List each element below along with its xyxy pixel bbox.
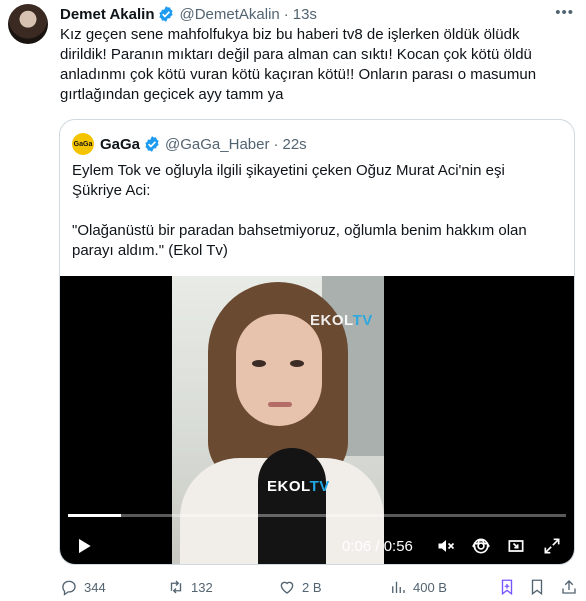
tweet-header: Demet Akalin @DemetAkalin · 13s: [60, 4, 317, 24]
verified-badge-icon: [143, 135, 161, 153]
video-frame: EKOLTV EKOLTV: [172, 276, 384, 564]
bookmark-outline-icon: [531, 579, 543, 596]
quote-text: Eylem Tok ve oğluyla ilgili şikayetini ç…: [72, 162, 527, 259]
reply-icon: [62, 580, 76, 596]
ekol-tv-watermark: EKOLTV: [310, 312, 373, 329]
person-eye: [252, 360, 266, 367]
person-mouth: [268, 402, 292, 407]
fullscreen-icon[interactable]: [542, 536, 562, 556]
bookmark-button[interactable]: [498, 578, 516, 596]
quote-time[interactable]: 22s: [282, 136, 306, 153]
quote-header: GaGa GaGa @GaGa_Haber · 22s: [72, 133, 307, 155]
video-progress-bar[interactable]: [68, 514, 566, 517]
tweet[interactable]: Demet Akalin @DemetAkalin · 13s ••• Kız …: [0, 0, 586, 601]
quote-avatar[interactable]: GaGa: [72, 133, 94, 155]
share-button[interactable]: [560, 578, 578, 596]
retweet-button[interactable]: 132: [167, 578, 213, 596]
video-controls: 0:06 / 0:56: [60, 526, 574, 564]
bookmark-alt-button[interactable]: [528, 578, 546, 596]
like-icon: [280, 581, 294, 594]
video-timecode: 0:06 / 0:56: [342, 538, 413, 555]
tweet-actions: 344 132 2 B 400 B: [60, 578, 580, 598]
mute-icon[interactable]: [436, 536, 456, 556]
author-handle[interactable]: @DemetAkalin: [179, 6, 279, 23]
retweet-icon: [170, 580, 182, 594]
like-count: 2 B: [302, 579, 322, 595]
video-player[interactable]: EKOLTV EKOLTV 0:06 / 0:56: [60, 276, 574, 564]
video-progress-fill: [68, 514, 122, 517]
separator-dot: ·: [273, 135, 279, 153]
more-icon[interactable]: •••: [555, 4, 574, 21]
separator-dot: ·: [283, 5, 289, 23]
views-icon: [392, 581, 405, 593]
share-icon: [562, 580, 576, 594]
tweet-time[interactable]: 13s: [293, 6, 317, 23]
retweet-count: 132: [191, 579, 213, 595]
avatar[interactable]: [8, 4, 48, 44]
person-face: [236, 314, 322, 426]
mic-logo: EKOLTV: [267, 478, 330, 495]
settings-icon[interactable]: [471, 536, 491, 556]
views-count: 400 B: [413, 579, 447, 595]
quote-author-handle[interactable]: @GaGa_Haber: [165, 136, 269, 153]
quote-author-name[interactable]: GaGa: [100, 136, 140, 153]
author-name[interactable]: Demet Akalin: [60, 6, 154, 23]
bookmark-icon: [501, 579, 513, 596]
views-button[interactable]: 400 B: [389, 578, 447, 596]
reply-count: 344: [84, 579, 106, 595]
picture-in-picture-icon[interactable]: [506, 536, 526, 556]
tweet-text: Kız geçen sene mahfolfukya biz bu haberi…: [60, 26, 537, 103]
person-eye: [290, 360, 304, 367]
play-icon[interactable]: [74, 536, 94, 556]
like-button[interactable]: 2 B: [278, 578, 322, 596]
quoted-tweet[interactable]: GaGa GaGa @GaGa_Haber · 22s Eylem Tok ve…: [59, 119, 575, 565]
verified-badge-icon: [157, 5, 175, 23]
reply-button[interactable]: 344: [60, 578, 106, 596]
